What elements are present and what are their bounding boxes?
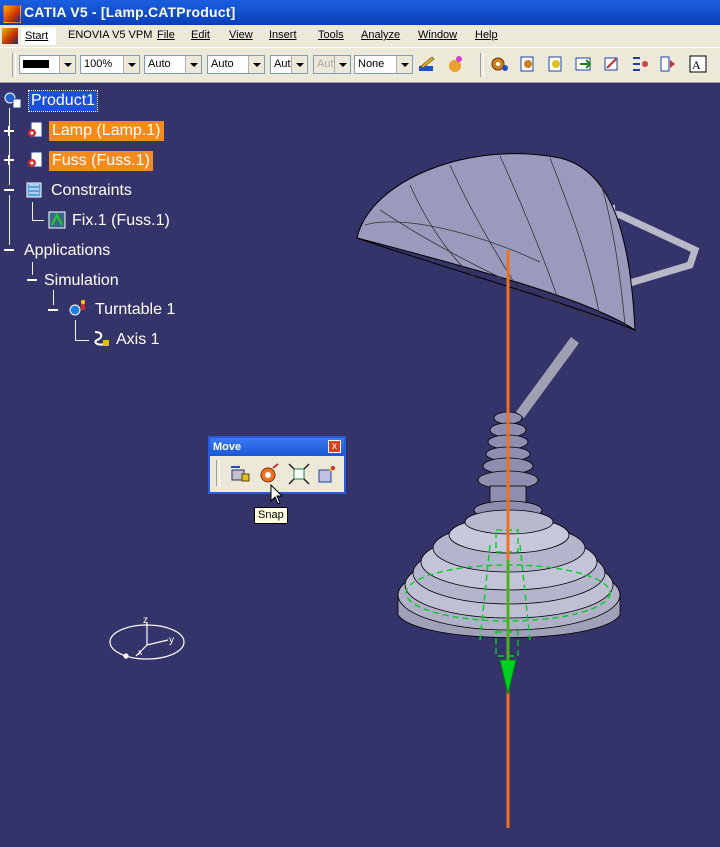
menu-enovia[interactable]: ENOVIA V5 VPM [68,29,152,41]
title-bar: CATIA V5 - [Lamp.CATProduct] [0,0,720,25]
mouse-cursor-icon [270,484,284,505]
tree-node-fix1[interactable]: Fix.1 (Fuss.1) [72,211,170,231]
chevron-down-icon [291,56,307,73]
compass-z-label: z [143,615,148,626]
axis-icon[interactable] [91,328,111,348]
tree-node-turntable[interactable]: Turntable 1 [95,300,175,320]
linetype-combo[interactable]: Auto [144,55,202,74]
window-title: CATIA V5 - [Lamp.CATProduct] [24,4,236,20]
multi-instantiation-icon[interactable] [658,54,678,74]
existing-component-icon[interactable] [546,54,566,74]
fix-constraint-icon[interactable] [47,210,67,230]
collapse-minus-icon[interactable] [4,185,14,195]
smart-move-icon[interactable] [287,462,311,486]
tree-node-axis1[interactable]: Axis 1 [116,330,160,350]
thickness-value: Auto [211,58,234,70]
painter-icon[interactable] [417,54,437,74]
numbering-icon[interactable] [630,54,650,74]
menu-window[interactable]: Window [418,29,457,41]
collapse-minus-icon[interactable] [48,305,58,315]
system-menu-icon[interactable] [2,28,18,44]
menu-analyze[interactable]: Analyze [361,29,400,41]
chevron-down-icon [185,56,201,73]
expand-plus-icon[interactable] [4,155,14,165]
tree-node-applications[interactable]: Applications [24,241,110,261]
part-icon[interactable] [26,150,46,170]
tree-node-constraints[interactable]: Constraints [51,181,132,201]
menu-start[interactable]: Start [21,27,57,45]
tree-node-fuss[interactable]: Fuss (Fuss.1) [49,151,153,171]
part-icon[interactable] [26,120,46,140]
replace-component-icon[interactable] [574,54,594,74]
assembly-gear-icon[interactable] [490,54,510,74]
linetype-value: Auto [148,58,171,70]
layer-combo[interactable]: None [354,55,413,74]
manipulation-icon[interactable] [228,462,252,486]
menu-file[interactable]: File [157,29,175,41]
compass-x-label: x [138,647,143,657]
tree-line [75,320,76,340]
color-swatch [23,60,49,68]
turntable-icon[interactable] [68,298,88,318]
explode-icon[interactable] [315,462,339,486]
collapse-minus-icon[interactable] [4,245,14,255]
reorder-icon[interactable] [602,54,622,74]
chevron-down-icon [334,56,350,73]
lamp-shade [356,153,636,331]
close-button[interactable]: x [328,440,341,453]
snap-icon[interactable] [258,462,282,486]
expand-plus-icon[interactable] [4,126,14,136]
tree-node-simulation[interactable]: Simulation [44,271,119,291]
chevron-down-icon [248,56,264,73]
transparency-combo[interactable]: 100% [80,55,140,74]
toolbar-grip[interactable] [216,460,220,486]
toolbar-separator [480,53,484,77]
tree-line [75,340,89,341]
tree-line [32,202,33,220]
constraints-icon[interactable] [25,180,45,200]
menu-help[interactable]: Help [475,29,498,41]
tree-node-product1[interactable]: Product1 [27,90,99,112]
toolbar-grip[interactable] [12,53,16,77]
menu-bar: Start ENOVIA V5 VPM File Edit View Inser… [0,25,720,47]
svg-text:A: A [692,58,701,72]
point-value: Aut [274,58,291,70]
catia-app-icon [3,5,21,23]
graphic-properties-toolbar: 100% Auto Auto Aut Aut None A [0,47,720,83]
material-icon[interactable] [446,54,466,74]
layer-none-value: None [358,58,385,70]
point-combo[interactable]: Aut [270,55,308,74]
chevron-down-icon [59,56,75,73]
color-combo[interactable] [19,55,76,74]
tree-node-lamp[interactable]: Lamp (Lamp.1) [49,121,164,141]
menu-insert[interactable]: Insert [269,29,297,41]
assembly-part-icon[interactable] [518,54,538,74]
tree-line [32,220,44,221]
chevron-down-icon [123,56,139,73]
thickness-combo[interactable]: Auto [207,55,265,74]
layer-value: Aut [317,58,334,70]
text-annotation-icon[interactable]: A [688,54,708,74]
menu-view[interactable]: View [229,29,253,41]
collapse-minus-icon[interactable] [27,275,37,285]
transparency-value: 100% [84,58,113,70]
move-toolbar-title[interactable]: Move [210,438,344,456]
snap-tooltip: Snap [254,507,288,524]
layer-combo-disabled: Aut [313,55,351,74]
product-gear-icon[interactable] [3,90,23,110]
lamp-arm [515,337,580,418]
menu-tools[interactable]: Tools [318,29,344,41]
compass-y-label: y [169,635,174,646]
chevron-down-icon [396,56,412,73]
menu-edit[interactable]: Edit [191,29,210,41]
